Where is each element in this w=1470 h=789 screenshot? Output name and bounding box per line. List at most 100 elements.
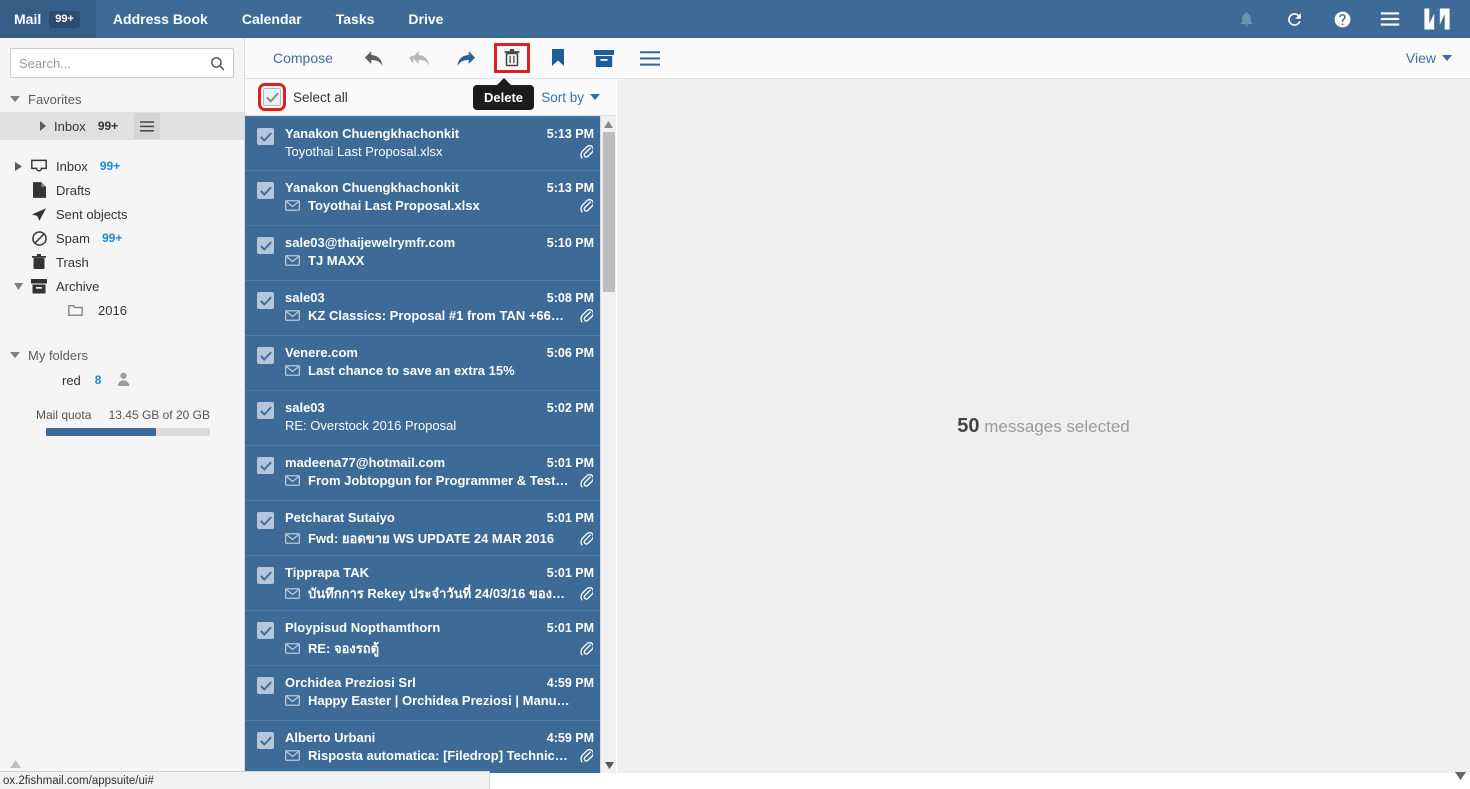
message-checkbox[interactable] — [257, 402, 274, 419]
view-dropdown[interactable]: View — [1406, 50, 1452, 66]
message-sender: sale03 — [285, 290, 325, 305]
reply-button[interactable] — [351, 38, 397, 78]
favorites-item-inbox[interactable]: Inbox 99+ — [0, 112, 244, 140]
chevron-right-icon[interactable] — [40, 121, 46, 131]
message-list-item[interactable]: Tipprapa TAK 5:01 PM บันทึกการ Rekey ประจำ… — [245, 556, 616, 611]
delete-button[interactable] — [489, 38, 535, 78]
flag-button[interactable] — [535, 38, 581, 78]
hamburger-icon — [639, 50, 660, 66]
message-content: Petcharat Sutaiyo 5:01 PM Fwd: ยอดขาย WS U… — [285, 510, 594, 555]
search-icon[interactable] — [209, 55, 226, 77]
tab-address-book[interactable]: Address Book — [96, 0, 225, 38]
message-list-item[interactable]: madeena77@hotmail.com 5:01 PM From Jobtopg… — [245, 446, 616, 501]
sidebar-item-sent-objects[interactable]: Sent objects — [0, 202, 244, 226]
message-subject-line: Risposta automatica: [Filedrop] Technic… — [285, 748, 594, 763]
message-list-item[interactable]: sale03@thaijewelrymfr.com 5:10 PM TJ MAXX — [245, 226, 616, 281]
message-time: 5:01 PM — [546, 511, 594, 525]
select-all-checkbox[interactable] — [258, 83, 286, 111]
message-list-item[interactable]: Yanakon Chuengkhachonkit 5:13 PM Toyothai … — [245, 171, 616, 226]
message-list-scrollbar[interactable] — [600, 116, 616, 773]
message-checkbox[interactable] — [257, 512, 274, 529]
page-scroll-down-icon[interactable] — [1455, 767, 1466, 785]
sidebar-item-count: 8 — [94, 373, 102, 387]
message-list-item[interactable]: Ploypisud Nopthamthorn 5:01 PM RE: จองรถตู… — [245, 611, 616, 666]
sidebar-item-spam[interactable]: Spam 99+ — [0, 226, 244, 250]
reply-all-button[interactable] — [397, 38, 443, 78]
message-list-item[interactable]: sale03 5:02 PM RE: Overstock 2016 Proposal — [245, 391, 616, 446]
tab-mail[interactable]: Mail 99+ — [0, 0, 96, 38]
sidebar-item-inbox[interactable]: Inbox 99+ — [0, 154, 244, 178]
envelope-icon — [285, 533, 301, 544]
message-list-item[interactable]: Petcharat Sutaiyo 5:01 PM Fwd: ยอดขาย WS U… — [245, 501, 616, 556]
envelope-icon — [285, 695, 300, 706]
message-checkbox[interactable] — [257, 622, 274, 639]
message-list-item[interactable]: Orchidea Preziosi Srl 4:59 PM Happy Easter… — [245, 666, 616, 721]
message-list-item[interactable]: Yanakon Chuengkhachonkit 5:13 PM Toyothai … — [245, 116, 616, 171]
envelope-icon — [285, 588, 300, 599]
message-header-line: madeena77@hotmail.com 5:01 PM — [285, 455, 594, 470]
message-list-item[interactable]: Alberto Urbani 4:59 PM Risposta automatica… — [245, 721, 616, 773]
help-icon[interactable] — [1318, 0, 1366, 38]
scroll-down-icon[interactable] — [601, 757, 617, 773]
message-subject: Toyothai Last Proposal.xlsx — [308, 198, 480, 213]
sidebar-scroll-indicator[interactable] — [10, 760, 21, 771]
chevron-down-icon[interactable] — [10, 282, 26, 290]
sidebar-item-red[interactable]: red 8 — [0, 368, 244, 392]
forward-button[interactable] — [443, 38, 489, 78]
refresh-icon[interactable] — [1270, 0, 1318, 38]
my-folders-header[interactable]: My folders — [0, 342, 244, 368]
message-checkbox[interactable] — [257, 347, 274, 364]
attachment-icon — [580, 473, 593, 488]
message-checkbox[interactable] — [257, 128, 274, 145]
more-button[interactable] — [627, 38, 673, 78]
archive-icon — [593, 49, 614, 67]
message-list-item[interactable]: Venere.com 5:06 PM Last chance to save an … — [245, 336, 616, 391]
reply-all-icon — [409, 50, 430, 66]
tab-calendar[interactable]: Calendar — [225, 0, 319, 38]
message-content: Tipprapa TAK 5:01 PM บันทึกการ Rekey ประจำ… — [285, 565, 594, 610]
search-input[interactable] — [11, 49, 233, 77]
message-checkbox[interactable] — [257, 567, 274, 584]
message-checkbox[interactable] — [257, 237, 274, 254]
envelope-icon — [285, 365, 300, 376]
chevron-right-icon[interactable] — [10, 161, 26, 171]
message-list[interactable]: Yanakon Chuengkhachonkit 5:13 PM Toyothai … — [245, 116, 616, 773]
folder-options-icon[interactable] — [134, 113, 161, 139]
message-subject-line: Last chance to save an extra 15% — [285, 363, 594, 378]
favorites-inbox-count: 99+ — [97, 119, 119, 133]
message-sender: Venere.com — [285, 345, 358, 360]
compose-button[interactable]: Compose — [245, 50, 351, 66]
sidebar-item-drafts[interactable]: Drafts — [0, 178, 244, 202]
attachment-icon — [580, 144, 593, 159]
check-icon — [259, 571, 272, 581]
message-subject-line: Toyothai Last Proposal.xlsx — [285, 144, 594, 159]
sidebar-item-label: Sent objects — [56, 206, 128, 222]
scrollbar-thumb[interactable] — [603, 132, 615, 292]
bookmark-icon — [551, 49, 564, 66]
message-checkbox[interactable] — [257, 292, 274, 309]
mail-quota-line: Mail quota 13.45 GB of 20 GB — [10, 408, 235, 422]
sidebar-item-archive-2016[interactable]: 2016 — [0, 298, 244, 322]
sort-by-dropdown[interactable]: Sort by — [541, 90, 600, 105]
archive-button[interactable] — [581, 38, 627, 78]
bell-icon[interactable] — [1222, 0, 1270, 38]
sidebar-item-trash[interactable]: Trash — [0, 250, 244, 274]
scroll-up-icon[interactable] — [601, 116, 616, 132]
attachment-icon — [580, 308, 594, 323]
tab-drive[interactable]: Drive — [391, 0, 460, 38]
my-folders-section: My folders red 8 — [0, 342, 244, 392]
search-box[interactable] — [10, 48, 234, 78]
message-checkbox[interactable] — [257, 457, 274, 474]
envelope-icon — [285, 475, 301, 486]
message-list-item[interactable]: sale03 5:08 PM KZ Classics: Proposal #1 fr… — [245, 281, 616, 336]
message-checkbox[interactable] — [257, 182, 274, 199]
envelope-icon — [285, 588, 301, 599]
sidebar-item-archive[interactable]: Archive — [0, 274, 244, 298]
favorites-section-header[interactable]: Favorites — [0, 86, 244, 112]
message-checkbox[interactable] — [257, 677, 274, 694]
select-all-bar: Select all Sort by — [245, 79, 616, 116]
message-checkbox[interactable] — [257, 732, 274, 749]
tab-tasks[interactable]: Tasks — [319, 0, 392, 38]
menu-icon[interactable] — [1366, 0, 1414, 38]
envelope-icon — [285, 255, 300, 266]
